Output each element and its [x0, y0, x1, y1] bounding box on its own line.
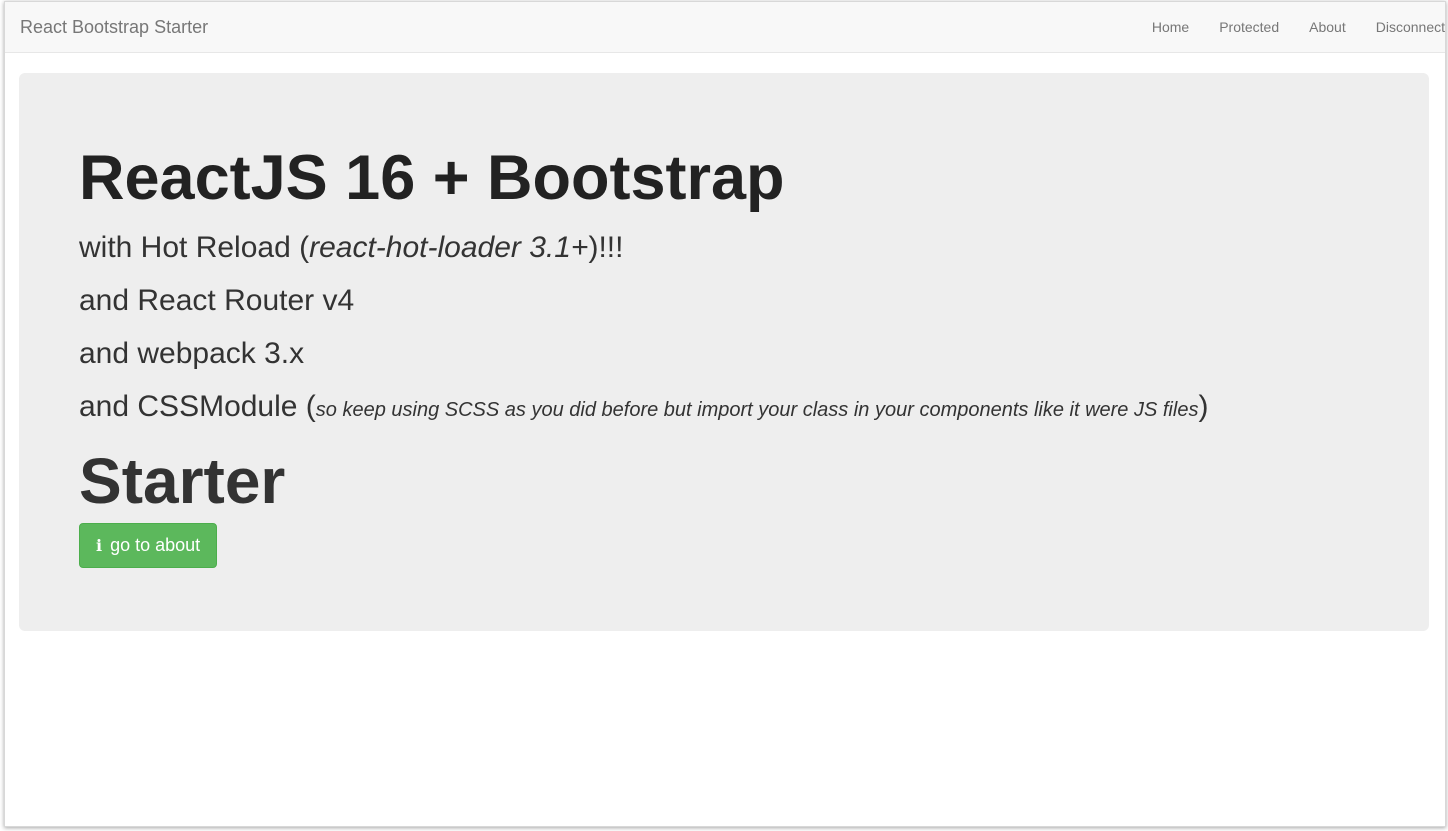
feature-react-router: and React Router v4	[79, 284, 354, 318]
top-navbar: React Bootstrap Starter Home Protected A…	[5, 2, 1445, 53]
feature-hot-reload-prefix: with Hot Reload (	[79, 231, 310, 264]
nav-item-protected[interactable]: Protected	[1204, 2, 1294, 52]
feature-hot-reload-version: react-hot-loader 3.1+	[309, 231, 589, 264]
feature-webpack-text: and webpack 3.x	[79, 337, 305, 370]
nav-item-disconnect[interactable]: Disconnect	[1361, 2, 1445, 52]
go-to-about-button[interactable]: i go to about	[79, 523, 218, 568]
browser-viewport: React Bootstrap Starter Home Protected A…	[4, 1, 1446, 827]
navbar-menu: Home Protected About Disconnect	[1137, 2, 1445, 52]
go-to-about-label: go to about	[110, 535, 201, 555]
feature-css-module-suffix: )	[1198, 390, 1209, 423]
starter-heading: Starter	[79, 445, 286, 517]
jumbotron: ReactJS 16 + Bootstrap with Hot Reload (…	[19, 73, 1429, 631]
feature-css-module-note: so keep using SCSS as you did before but…	[315, 399, 1199, 421]
feature-hot-reload: with Hot Reload (react-hot-loader 3.1+)!…	[79, 231, 623, 265]
feature-css-module: and CSSModule (so keep using SCSS as you…	[79, 390, 1208, 427]
feature-webpack: and webpack 3.x	[79, 337, 304, 371]
navbar-brand[interactable]: React Bootstrap Starter	[20, 17, 208, 37]
feature-react-router-text: and React Router v4	[79, 284, 355, 317]
info-icon: i	[96, 535, 103, 555]
nav-item-about[interactable]: About	[1294, 2, 1361, 52]
feature-css-module-prefix: and CSSModule (	[79, 390, 316, 423]
nav-item-home[interactable]: Home	[1137, 2, 1204, 52]
page-title: ReactJS 16 + Bootstrap	[79, 143, 785, 213]
feature-hot-reload-suffix: )!!!	[588, 231, 624, 264]
